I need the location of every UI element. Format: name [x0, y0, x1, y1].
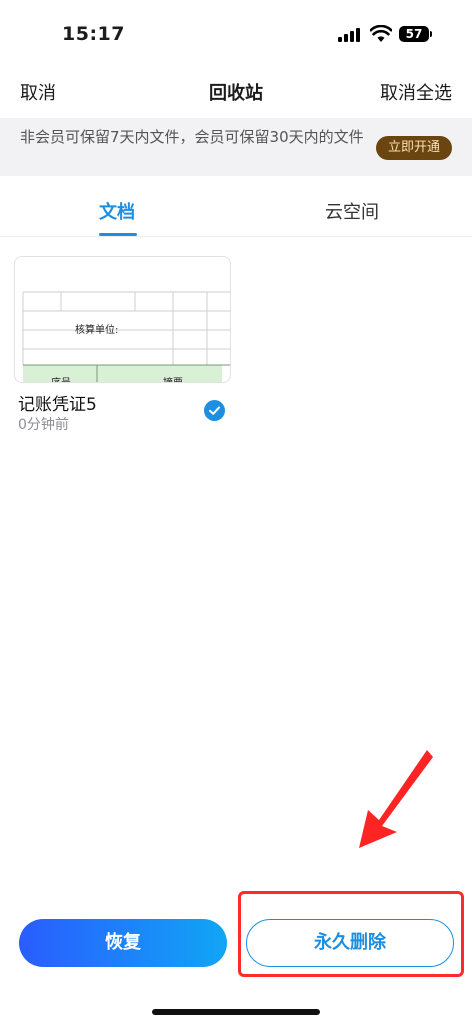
selected-checkmark-icon[interactable]: [204, 400, 225, 421]
battery-tip: [430, 31, 432, 37]
membership-banner: 非会员可保留7天内文件，会员可保留30天内的文件 立即开通: [0, 118, 472, 176]
nav-bar: 取消 回收站 取消全选: [0, 70, 472, 114]
tab-cloud-space[interactable]: 云空间: [325, 198, 379, 224]
file-time: 0分钟前: [18, 417, 69, 433]
status-bar: 15:17 57: [0, 0, 472, 70]
tab-documents[interactable]: 文档: [99, 198, 135, 224]
restore-button[interactable]: 恢复: [19, 919, 227, 967]
cellular-signal-icon: [338, 28, 362, 42]
home-indicator: [152, 1009, 320, 1015]
battery-icon: 57: [399, 26, 429, 42]
deselect-all-button[interactable]: 取消全选: [380, 79, 452, 105]
file-thumbnail-card[interactable]: 核算单位: 序号 摘要: [14, 256, 231, 383]
thumbnail-text: 摘要: [163, 374, 183, 382]
thumbnail-text: 序号: [51, 374, 71, 382]
wifi-icon: [370, 25, 392, 42]
tab-bar: 文档 云空间: [0, 178, 472, 237]
active-tab-indicator: [99, 233, 137, 236]
delete-forever-button[interactable]: 永久删除: [246, 919, 454, 967]
annotation-arrow-icon: [359, 750, 433, 848]
spreadsheet-thumbnail: [22, 291, 230, 382]
status-time: 15:17: [62, 23, 125, 45]
open-membership-button[interactable]: 立即开通: [376, 136, 452, 160]
banner-text: 非会员可保留7天内文件，会员可保留30天内的文件: [20, 128, 364, 146]
thumbnail-text: 核算单位:: [75, 325, 119, 336]
file-name: 记账凭证5: [18, 395, 97, 415]
